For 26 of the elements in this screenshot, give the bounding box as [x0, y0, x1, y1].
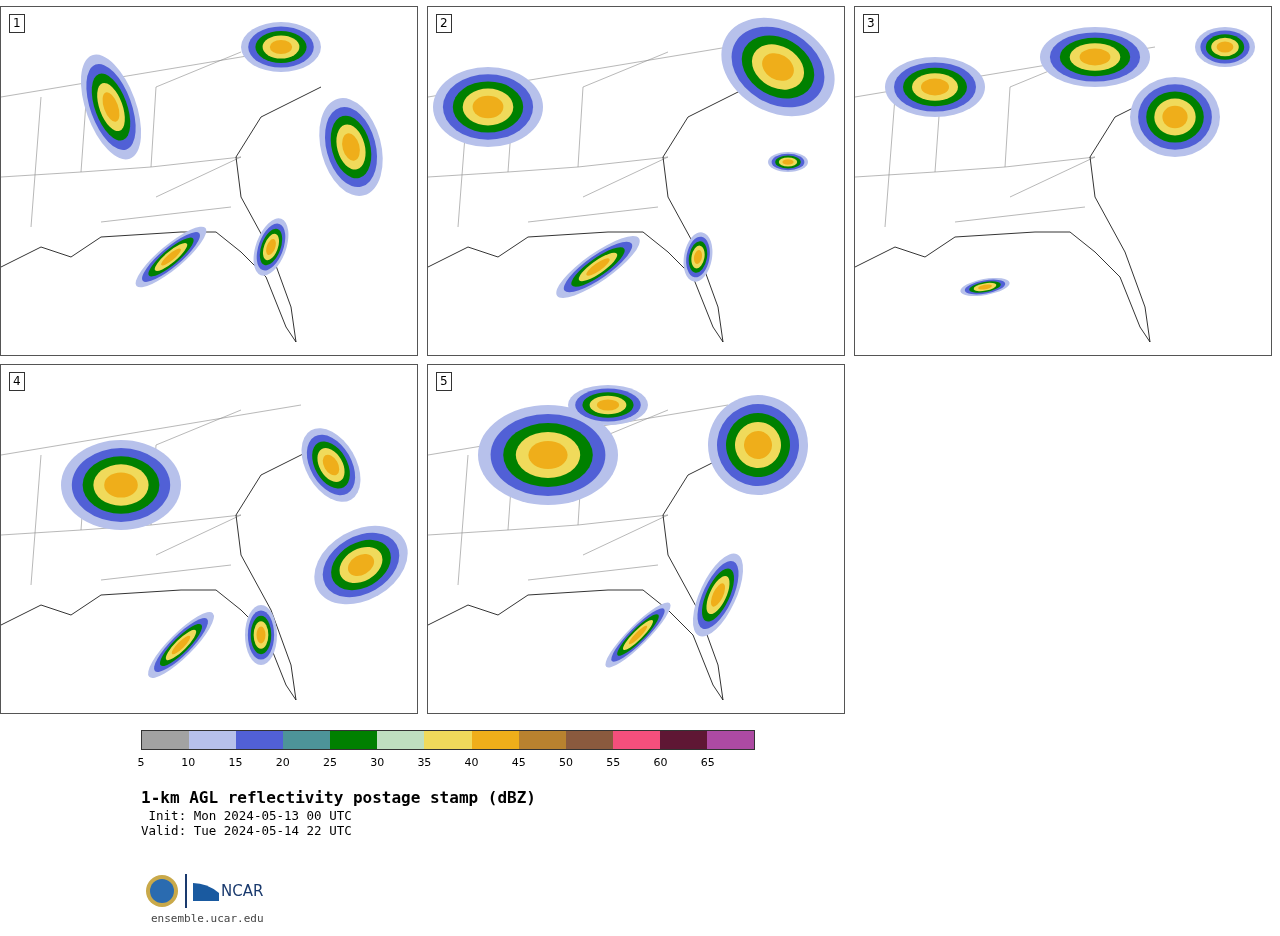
tick-label: 55: [606, 756, 621, 769]
chart-title: 1-km AGL reflectivity postage stamp (dBZ): [141, 788, 537, 808]
panel-number: 2: [436, 14, 452, 33]
valid-time: Valid: Tue 2024-05-14 22 UTC: [141, 823, 353, 838]
logo-text: NCAR: [221, 882, 264, 900]
tick-label: 30: [370, 756, 385, 769]
init-time: Init: Mon 2024-05-13 00 UTC: [147, 808, 353, 823]
tick-label: 65: [700, 756, 715, 769]
tick-label: 35: [417, 756, 432, 769]
tick-label: 15: [228, 756, 243, 769]
tick-label: 45: [511, 756, 526, 769]
panel-number: 1: [9, 14, 25, 33]
tick-label: 25: [322, 756, 337, 769]
tick-label: 50: [559, 756, 574, 769]
tick-label: 60: [653, 756, 668, 769]
panel-number: 3: [863, 14, 879, 33]
tick-label: 20: [275, 756, 290, 769]
site-url: ensemble.ucar.edu: [151, 912, 265, 925]
logo-icon: [193, 881, 219, 901]
tick-label: 10: [181, 756, 196, 769]
tick-label: 40: [464, 756, 479, 769]
panel-number: 4: [9, 372, 25, 391]
seal-icon: [145, 874, 179, 908]
divider-line: [185, 874, 187, 908]
panel-number: 5: [436, 372, 452, 391]
tick-label: 5: [137, 756, 145, 769]
